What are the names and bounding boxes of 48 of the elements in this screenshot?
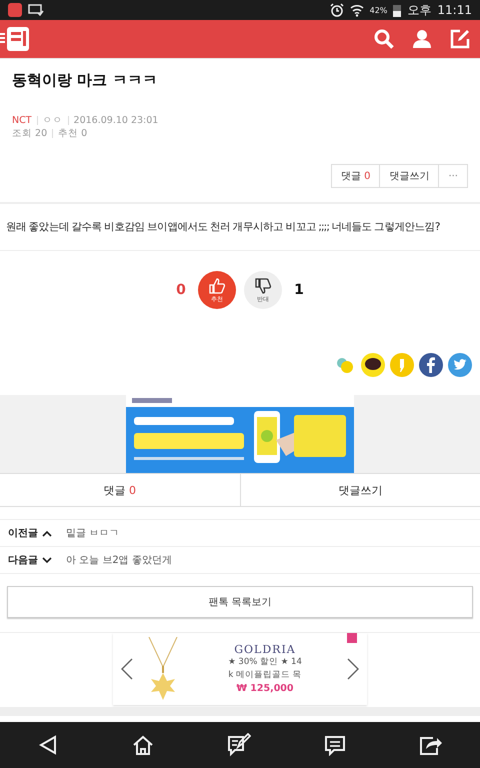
post-body: 원래 좋았는데 갈수록 비호감임 브이앱에서도 천러 개무시하고 비꼬고 ;;;; 너네들도 그렇게안느낌? [0,204,480,251]
chevron-left-icon[interactable] [121,658,133,680]
home-icon[interactable] [132,734,154,756]
battery-icon [393,4,402,16]
view-count: 조회 20 [12,127,48,140]
comment-icon[interactable] [324,734,346,756]
chevron-right-icon[interactable] [347,658,359,680]
neighbor-label: 이전글 [8,527,38,540]
ad-badge-icon [347,633,357,643]
post-date: 2016.09.10 23:01 [74,114,158,127]
downvote-count: 1 [293,282,305,298]
upvote-count: 0 [175,282,187,298]
write-comment-button[interactable]: 댓글쓰기 [379,164,440,188]
write-comment-icon[interactable] [226,733,251,757]
user-icon[interactable] [412,29,432,49]
neighbor-label: 다음글 [8,554,38,567]
thumbs-up-icon [208,276,226,294]
comments-button[interactable]: 댓글 0 [330,164,380,188]
battery-percent: 42% [370,6,388,14]
twitter-icon[interactable] [448,353,472,377]
list-button[interactable]: 팬톡 목록보기 [7,586,473,618]
product-ad-card[interactable]: GOLDRIA ★ 30% 할인 ★ 14 k 메이플립골드 목 ₩ 125,000 [113,633,367,705]
board-link[interactable]: NCT [12,114,32,127]
neighbor-post-link[interactable]: 밑글 ㅂㅁㄱ [66,526,120,540]
neighbor-post-link[interactable]: 아 오늘 브2앱 좋았던게 [66,553,172,567]
share-icon[interactable] [419,734,444,756]
search-icon[interactable] [374,29,394,49]
post-title: 동혁이랑 마크 ㅋㅋㅋ [12,71,158,90]
product-line: k 메이플립골드 목 [228,669,302,682]
app-icon [8,3,22,17]
author-name: ㅇㅇ [42,114,63,127]
recommend-count: 추천 0 [58,127,88,140]
alarm-icon [330,3,344,17]
status-time: 11:11 [437,3,472,17]
product-price: ₩ 125,000 [236,682,294,695]
talk-share-icon[interactable] [361,353,385,377]
wifi-icon [350,3,364,17]
chevron-up-icon [42,530,52,536]
more-button[interactable]: ··· [438,164,468,188]
back-icon[interactable] [36,734,59,756]
chevron-down-icon [42,556,52,564]
product-line: ★ 30% 할인 ★ 14 [228,656,302,669]
facebook-icon[interactable] [419,353,443,377]
brand-name: GOLDRIA [234,643,296,656]
thumbs-down-icon [254,276,272,294]
status-period: 오후 [407,2,432,18]
edit-icon[interactable] [450,29,470,49]
screen-icon [28,4,44,16]
